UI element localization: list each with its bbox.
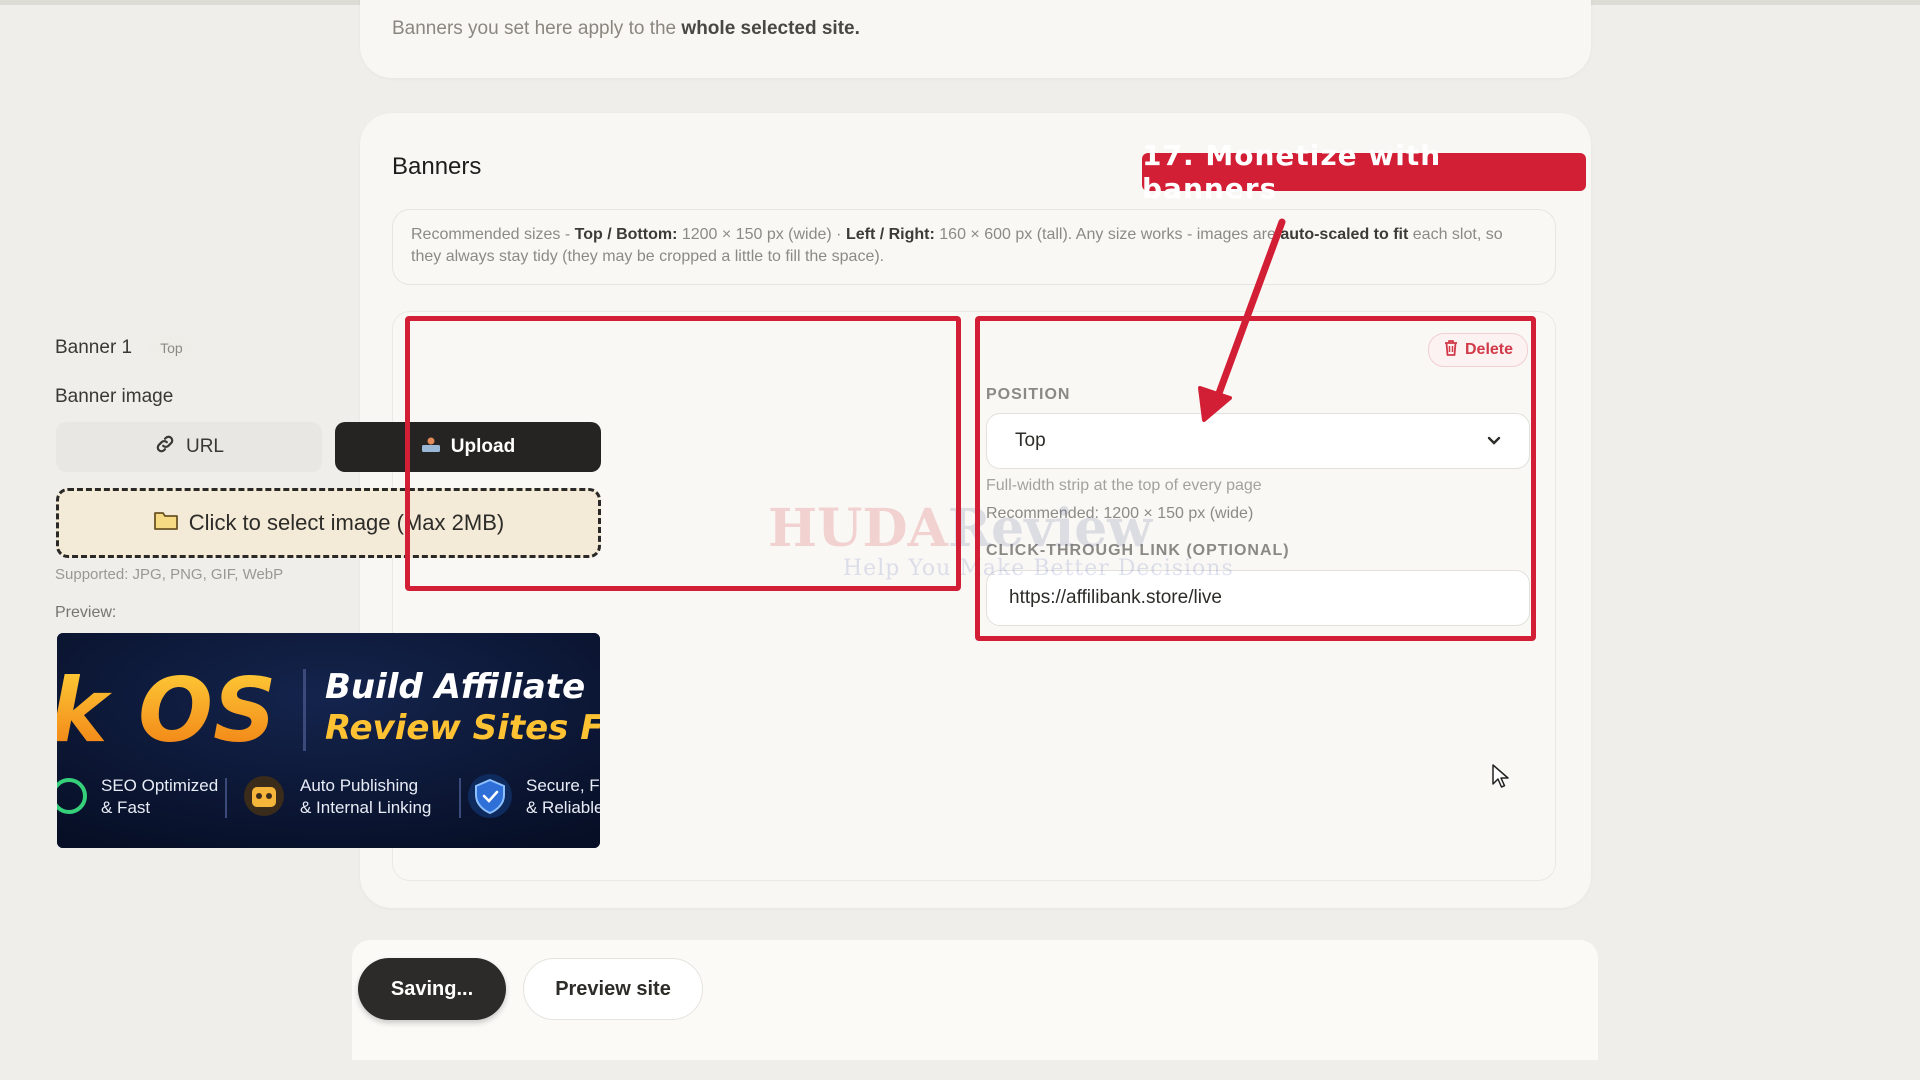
- supported-formats: Supported: JPG, PNG, GIF, WebP: [55, 566, 284, 583]
- mouse-cursor-icon: [1492, 764, 1510, 795]
- recommended-sizes-info: Recommended sizes - Top / Bottom: 1200 ×…: [392, 209, 1556, 285]
- section-title: Banners: [392, 153, 482, 180]
- highlight-box-image: [405, 316, 961, 591]
- site-scope-note: Banners you set here apply to the whole …: [392, 18, 860, 39]
- preview-feature-3b: & Reliable: [526, 798, 600, 817]
- preview-feature-1b: & Fast: [101, 798, 150, 817]
- banner-image-label: Banner image: [55, 386, 174, 407]
- banner-position-tag: Top: [150, 336, 193, 360]
- banner-name: Banner 1: [55, 337, 133, 358]
- preview-feature-2b: & Internal Linking: [300, 798, 431, 817]
- preview-feature-3a: Secure, Fa: [526, 776, 600, 795]
- preview-site-button[interactable]: Preview site: [523, 958, 703, 1020]
- preview-label: Preview:: [55, 604, 117, 621]
- preview-brand: k OS: [57, 659, 276, 762]
- folder-icon: [153, 509, 179, 537]
- preview-feature-1a: SEO Optimized: [101, 776, 218, 795]
- banner-preview-image: k OS Build Affiliate Review Sites Fas SE…: [57, 633, 600, 848]
- banner-header: Banner 1 Top: [55, 336, 193, 360]
- preview-headline-2: Review Sites Fas: [325, 708, 600, 748]
- url-tab-button[interactable]: URL: [56, 422, 322, 472]
- site-scope-card: Banners you set here apply to the whole …: [360, 0, 1591, 78]
- annotation-callout: 17. Monetize with banners: [1142, 139, 1586, 205]
- saving-button[interactable]: Saving...: [358, 958, 506, 1020]
- preview-headline-1: Build Affiliate: [325, 667, 585, 707]
- link-icon: [154, 433, 176, 461]
- highlight-box-settings: [975, 316, 1536, 641]
- preview-feature-2a: Auto Publishing: [300, 776, 418, 795]
